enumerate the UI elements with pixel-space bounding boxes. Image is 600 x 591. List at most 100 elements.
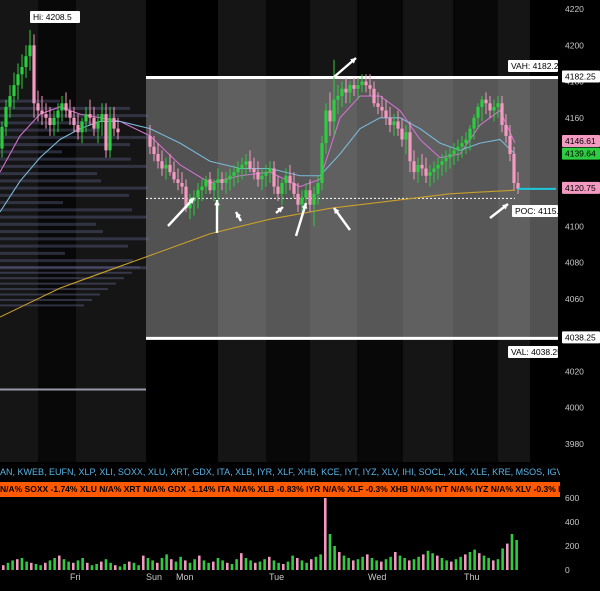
volume-bar [76, 560, 80, 570]
volume-profile-bar [0, 215, 147, 219]
volume-bar [128, 561, 131, 570]
volume-bar [366, 554, 369, 570]
volume-profile-bar [0, 277, 124, 280]
candle-body [240, 164, 244, 169]
volume-tick-label: 0 [565, 565, 570, 575]
candle-body [400, 128, 404, 140]
volume-bar [398, 555, 402, 570]
candle-body [244, 161, 248, 165]
volume-bar [44, 562, 47, 570]
candle-body [196, 190, 200, 198]
y-tick-label: 3980 [565, 439, 584, 449]
volume-bar [244, 558, 248, 570]
candle-body [452, 150, 456, 154]
volume-bar [104, 559, 108, 570]
volume-bar [118, 566, 122, 570]
candle-body [40, 110, 44, 115]
candle-body [80, 121, 84, 133]
volume-bar [235, 559, 238, 570]
volume-bar [501, 548, 504, 570]
candle-body [208, 179, 212, 191]
candle-body [88, 114, 92, 118]
volume-bar [478, 553, 481, 570]
volume-bar [165, 554, 168, 570]
volume-bar [445, 560, 448, 570]
chart: 3980400040204040406040804100412041404160… [0, 0, 600, 586]
volume-bar [426, 550, 430, 570]
candle-body [468, 128, 472, 140]
candle-body [104, 114, 108, 151]
vah-value-tag: 4182.25 [565, 71, 596, 81]
volume-bar [179, 556, 182, 570]
volume-profile-bar [0, 186, 148, 190]
candle-body [344, 88, 348, 93]
volume-bar [370, 558, 374, 570]
candle-body [448, 154, 452, 158]
candle-body [372, 88, 376, 104]
volume-bar [193, 559, 196, 570]
candle-body [336, 96, 340, 100]
volume-profile-bar [0, 304, 84, 307]
candle-body [280, 182, 284, 194]
volume-profile-bar [0, 259, 133, 263]
volume-bar [48, 560, 52, 570]
volume-profile-bar [0, 271, 132, 274]
candle-body [16, 74, 20, 86]
ma1-value-tag: 4146.61 [565, 136, 596, 146]
candle-body [56, 110, 60, 118]
volume-bar [39, 565, 42, 570]
candle-body [368, 85, 372, 89]
candle-body [460, 143, 464, 147]
volume-bar [492, 560, 495, 570]
volume-bar [296, 558, 299, 570]
candle-body [456, 146, 460, 151]
volume-bar [431, 553, 434, 570]
volume-panel [0, 498, 560, 570]
volume-bar [30, 562, 33, 570]
candle-body [160, 161, 164, 169]
candle-body [464, 139, 468, 144]
candle-body [112, 117, 116, 129]
volume-bar [258, 561, 262, 570]
candle-body [108, 117, 112, 151]
volume-bar [394, 552, 397, 570]
volume-bar [20, 558, 24, 570]
volume-bar [300, 560, 304, 570]
x-tick-label: Wed [368, 572, 386, 582]
candle-body [252, 168, 256, 173]
volume-bar [86, 562, 89, 570]
volume-bar [160, 558, 164, 570]
candle-body [356, 85, 360, 89]
volume-bar [338, 552, 341, 570]
volume-bar [464, 554, 467, 570]
volume-bar [156, 562, 159, 570]
y-tick-label: 4000 [565, 403, 584, 413]
volume-bar [342, 555, 346, 570]
candle-body [404, 132, 408, 140]
volume-bar [198, 555, 201, 570]
candle-body [220, 179, 224, 183]
volume-bar [454, 559, 458, 570]
candle-body [508, 135, 512, 154]
volume-bar [277, 562, 280, 570]
volume-bar [510, 534, 514, 570]
candle-body [424, 168, 428, 176]
hi-label: Hi: 4208.5 [33, 12, 72, 22]
volume-bar [459, 556, 462, 570]
candle-body [332, 99, 336, 122]
candle-body [300, 197, 304, 205]
volume-bar [216, 558, 220, 570]
candle-body [96, 121, 100, 129]
volume-bar [361, 556, 364, 570]
candle-body [264, 172, 268, 176]
volume-bar [384, 559, 388, 570]
poc-label: POC: 4115.5 [515, 206, 564, 216]
candle-body [496, 103, 500, 107]
candle-body [296, 193, 300, 205]
candle-body [440, 161, 444, 165]
value-area-box [146, 77, 558, 339]
candle-body [380, 106, 384, 111]
candle-body [232, 172, 236, 176]
candle-body [444, 157, 448, 162]
volume-profile-bar [0, 244, 128, 248]
